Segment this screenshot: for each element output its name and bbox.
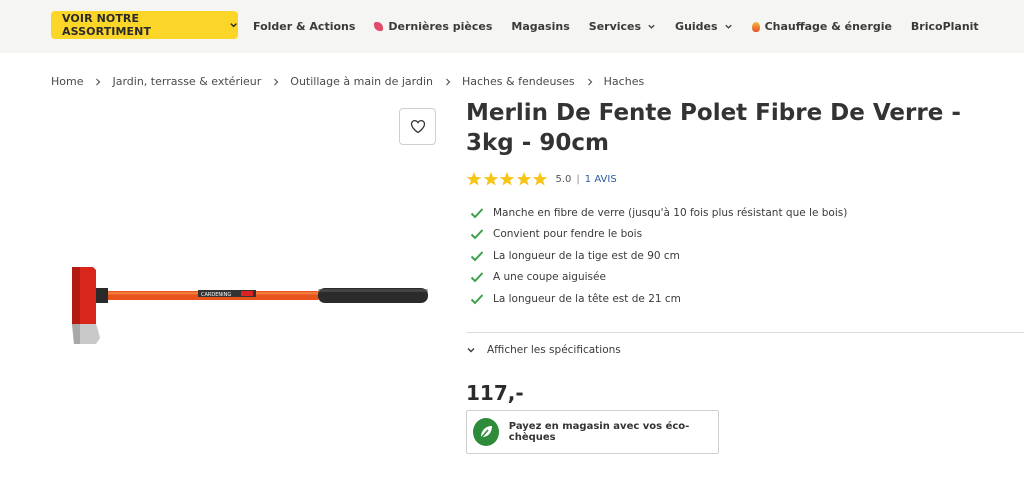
feature-list: Manche en fibre de verre (jusqu'à 10 foi…: [470, 202, 847, 310]
chevron-down-icon: [230, 23, 237, 28]
star-icon: [516, 172, 531, 186]
feature-text: La longueur de la tige est de 90 cm: [493, 249, 680, 262]
nav-label: Guides: [675, 20, 718, 33]
handle-label: CARDENING: [201, 292, 231, 298]
heart-icon: [410, 119, 425, 134]
breadcrumb: Home Jardin, terrasse & extérieur Outill…: [51, 75, 644, 88]
breadcrumb-item-home[interactable]: Home: [51, 75, 83, 88]
assortment-label: VOIR NOTRE ASSORTIMENT: [62, 12, 152, 38]
feature-text: La longueur de la tête est de 21 cm: [493, 292, 681, 305]
product-title: Merlin De Fente Polet Fibre De Verre - 3…: [466, 100, 961, 156]
check-icon: [470, 294, 484, 305]
nav-links: Folder & Actions Dernières pièces Magasi…: [253, 0, 998, 53]
star-icon: [499, 172, 515, 186]
list-item: Manche en fibre de verre (jusqu'à 10 foi…: [470, 202, 847, 224]
star-icon: [483, 172, 498, 186]
leaf-icon: [473, 418, 499, 446]
chevron-down-icon: [648, 24, 655, 29]
star-icon: [466, 172, 482, 186]
nav-folder-actions[interactable]: Folder & Actions: [253, 20, 355, 33]
eco-cheques-info: Payez en magasin avec vos éco-chèques: [466, 410, 719, 454]
reviews-link[interactable]: 1 AVIS: [585, 174, 617, 185]
eco-cheques-label: Payez en magasin avec vos éco-chèques: [508, 421, 690, 443]
nav-label: Dernières pièces: [388, 20, 493, 33]
nav-chauffage-energie[interactable]: Chauffage & énergie: [751, 20, 892, 33]
chevron-right-icon: [587, 78, 593, 85]
list-item: La longueur de la tête est de 21 cm: [470, 288, 847, 310]
nav-label: Services: [588, 20, 642, 33]
assortment-button[interactable]: VOIR NOTRE ASSORTIMENT: [51, 11, 238, 39]
pieces-icon: [374, 22, 384, 31]
check-icon: [470, 251, 484, 262]
list-item: La longueur de la tige est de 90 cm: [470, 245, 847, 267]
chevron-right-icon: [446, 78, 451, 85]
divider: [466, 332, 1024, 333]
breadcrumb-item-jardin[interactable]: Jardin, terrasse & extérieur: [112, 75, 261, 88]
nav-label: Folder & Actions: [253, 20, 356, 33]
breadcrumb-item-haches-fendeuses[interactable]: Haches & fendeuses: [462, 75, 575, 88]
nav-label: Chauffage & énergie: [764, 20, 892, 33]
product-rating[interactable]: 5.0 | 1 AVIS: [466, 171, 617, 187]
list-item: Convient pour fendre le bois: [470, 224, 847, 246]
nav-label: Magasins: [511, 20, 570, 33]
list-item: A une coupe aiguisée: [470, 267, 847, 289]
breadcrumb-item-haches[interactable]: Haches: [604, 75, 645, 88]
feature-text: Manche en fibre de verre (jusqu'à 10 foi…: [493, 206, 848, 219]
chevron-right-icon: [96, 78, 101, 85]
flame-icon: [751, 21, 760, 32]
chevron-down-icon: [467, 348, 475, 353]
breadcrumb-item-outillage[interactable]: Outillage à main de jardin: [290, 75, 433, 88]
nav-magasins[interactable]: Magasins: [511, 20, 569, 33]
rating-stars: [466, 171, 549, 187]
nav-guides[interactable]: Guides: [675, 20, 733, 33]
nav-services[interactable]: Services: [589, 20, 656, 33]
check-icon: [470, 208, 484, 219]
feature-text: A une coupe aiguisée: [493, 271, 606, 284]
nav-bricoplanit[interactable]: BricoPlanit: [911, 20, 979, 33]
check-icon: [470, 229, 484, 240]
rating-divider: |: [576, 173, 580, 185]
star-icon: [532, 172, 548, 186]
nav-label: BricoPlanit: [910, 20, 979, 33]
chevron-down-icon: [724, 24, 732, 29]
top-navigation: VOIR NOTRE ASSORTIMENT Folder & Actions …: [0, 0, 1024, 53]
check-icon: [470, 272, 484, 283]
chevron-right-icon: [274, 78, 279, 85]
wishlist-button[interactable]: [399, 108, 436, 145]
nav-dernieres-pieces[interactable]: Dernières pièces: [374, 20, 492, 33]
specifications-label: Afficher les spécifications: [487, 344, 621, 356]
specifications-toggle[interactable]: Afficher les spécifications: [466, 344, 621, 356]
product-image: CARDENING: [72, 267, 428, 344]
feature-text: Convient pour fendre le bois: [493, 228, 643, 241]
product-price: 117,-: [466, 381, 524, 405]
rating-value: 5.0: [555, 173, 572, 185]
